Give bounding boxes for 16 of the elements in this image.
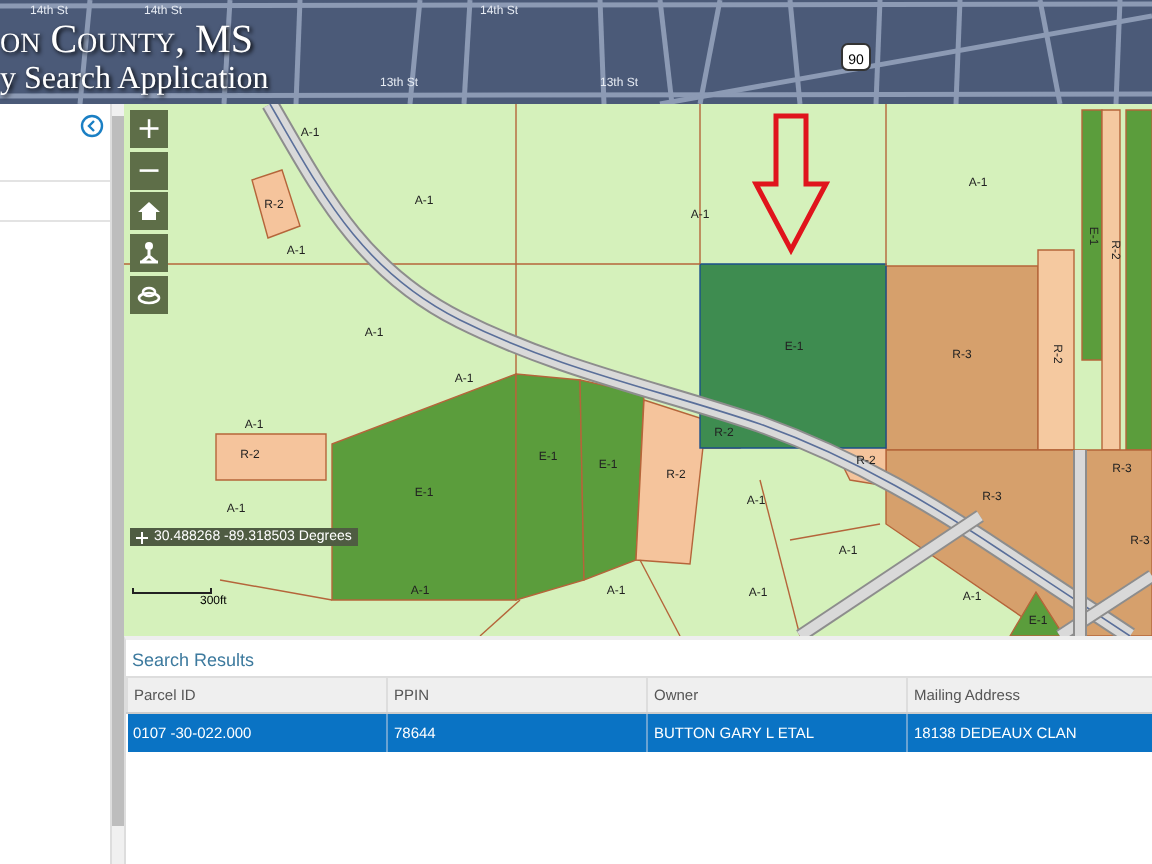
zoom-in-button[interactable]: + — [130, 110, 168, 148]
app-title: on County, MS — [0, 18, 253, 64]
chevron-left-icon — [80, 114, 104, 138]
basemap-button[interactable] — [130, 276, 168, 314]
annotation-arrow — [751, 113, 831, 256]
collapse-button[interactable] — [80, 114, 104, 138]
scrollbar[interactable] — [112, 104, 124, 864]
home-button[interactable] — [130, 192, 168, 230]
panel-title: Search Results — [130, 648, 257, 674]
app-subtitle: y Search Application — [0, 62, 269, 98]
locate-button[interactable] — [130, 234, 168, 272]
crosshair-icon — [136, 531, 148, 543]
person-icon — [134, 238, 164, 268]
scale-bar — [132, 588, 212, 594]
zoom-out-button[interactable]: − — [130, 152, 168, 190]
home-icon — [134, 196, 164, 226]
